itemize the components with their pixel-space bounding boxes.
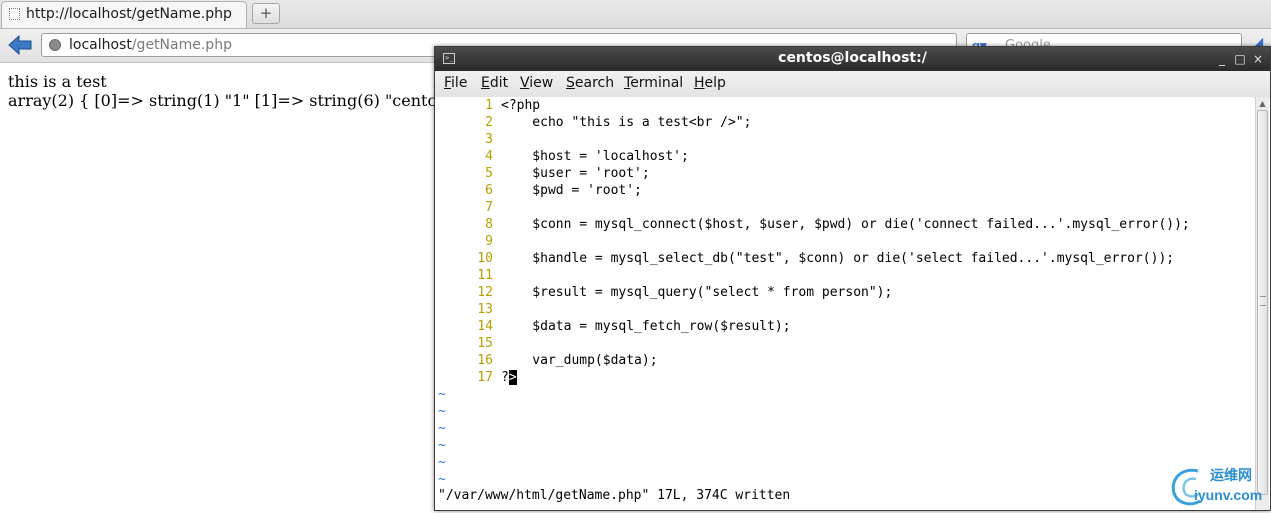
line-number: 7 [485,200,493,215]
page-text-line: this is a test [8,72,107,91]
terminal-scrollbar[interactable]: ▲ [1255,97,1269,510]
code-line: 5 $user = 'root'; [435,165,650,182]
code-text: $host = 'localhost'; [501,149,689,164]
empty-line-tilde: ~ [438,472,446,487]
line-number: 5 [485,166,493,181]
close-button[interactable]: × [1249,50,1267,68]
code-text: var_dump($data); [501,353,658,368]
empty-line-tilde: ~ [438,455,446,470]
code-line: 11 [435,267,501,284]
scrollbar-thumb[interactable] [1257,110,1268,495]
line-number: 12 [477,285,493,300]
terminal-title: centos@localhost:/ [778,50,927,66]
code-line: 2 echo "this is a test<br />"; [435,114,751,131]
code-line: 13 [435,301,501,318]
watermark-text-url: iyunv.com [1194,487,1263,503]
code-line: 3 [435,131,501,148]
code-text: $user = 'root'; [501,166,650,181]
code-line: 12 $result = mysql_query("select * from … [435,284,892,301]
line-number: 9 [485,234,493,249]
code-line: 6 $pwd = 'root'; [435,182,642,199]
empty-line-tilde: ~ [438,387,446,402]
code-text: $data = mysql_fetch_row($result); [501,319,791,334]
line-number: 8 [485,217,493,232]
text-cursor: > [508,370,517,385]
code-line: 14 $data = mysql_fetch_row($result); [435,318,791,335]
code-line: 15 [435,335,501,352]
line-number: 13 [477,302,493,317]
code-text: $pwd = 'root'; [501,183,642,198]
code-line: 7 [435,199,501,216]
code-text: $handle = mysql_select_db("test", $conn)… [501,251,1175,266]
new-tab-button[interactable]: + [252,3,280,24]
code-text: $result = mysql_query("select * from per… [501,285,893,300]
tab-title: http://localhost/getName.php [26,6,232,22]
line-number: 2 [485,115,493,130]
browser-tab[interactable]: http://localhost/getName.php [1,1,247,28]
menu-search[interactable]: Search [566,75,614,91]
line-number: 4 [485,149,493,164]
browser-tab-strip: http://localhost/getName.php + [0,0,1271,29]
terminal-menubar: File Edit View Search Terminal Help [435,71,1270,98]
empty-line-tilde: ~ [438,421,446,436]
code-line: 17 ?> [435,369,517,386]
code-text: $conn = mysql_connect($host, $user, $pwd… [501,217,1190,232]
back-arrow-icon[interactable] [7,34,33,56]
terminal-text-area[interactable]: 1 <?php 2 echo "this is a test<br />"; 3 … [435,97,1254,510]
empty-line-tilde: ~ [438,438,446,453]
code-line: 9 [435,233,501,250]
line-number: 14 [477,319,493,334]
code-line: 16 var_dump($data); [435,352,658,369]
code-line: 4 $host = 'localhost'; [435,148,689,165]
code-line: 8 $conn = mysql_connect($host, $user, $p… [435,216,1190,233]
code-text: ? [501,370,509,385]
scroll-up-icon[interactable]: ▲ [1257,98,1268,109]
empty-line-tilde: ~ [438,404,446,419]
line-number: 15 [477,336,493,351]
grip-icon [1260,296,1266,306]
code-text: echo "this is a test<br />"; [501,115,752,130]
code-line: 10 $handle = mysql_select_db("test", $co… [435,250,1174,267]
menu-file[interactable]: File [444,75,467,91]
code-text: <?php [501,98,541,113]
menu-help[interactable]: Help [694,75,726,91]
line-number: 17 [477,370,493,385]
terminal-window[interactable]: >_ centos@localhost:/ _ □ × File Edit Vi… [434,46,1271,511]
line-number: 3 [485,132,493,147]
line-number: 11 [477,268,493,283]
menu-view[interactable]: View [520,75,553,91]
address-url: localhost/getName.php [69,37,232,53]
minimize-button[interactable]: _ [1213,50,1231,68]
line-number: 10 [477,251,493,266]
menu-terminal[interactable]: Terminal [624,75,683,91]
page-favicon-icon [9,8,20,20]
page-text-line: array(2) { [0]=> string(1) "1" [1]=> str… [8,91,446,110]
vim-status-line: "/var/www/html/getName.php" 17L, 374C wr… [438,488,791,503]
code-line: 1 <?php [435,97,540,114]
terminal-titlebar[interactable]: >_ centos@localhost:/ _ □ × [435,47,1270,71]
maximize-button[interactable]: □ [1231,50,1249,68]
line-number: 6 [485,183,493,198]
line-number: 16 [477,353,493,368]
line-number: 1 [485,98,493,113]
watermark-logo: 运维网 iyunv.com [1168,465,1268,509]
menu-edit[interactable]: Edit [481,75,508,91]
globe-icon [49,39,61,51]
watermark-text-cn: 运维网 [1210,468,1252,484]
